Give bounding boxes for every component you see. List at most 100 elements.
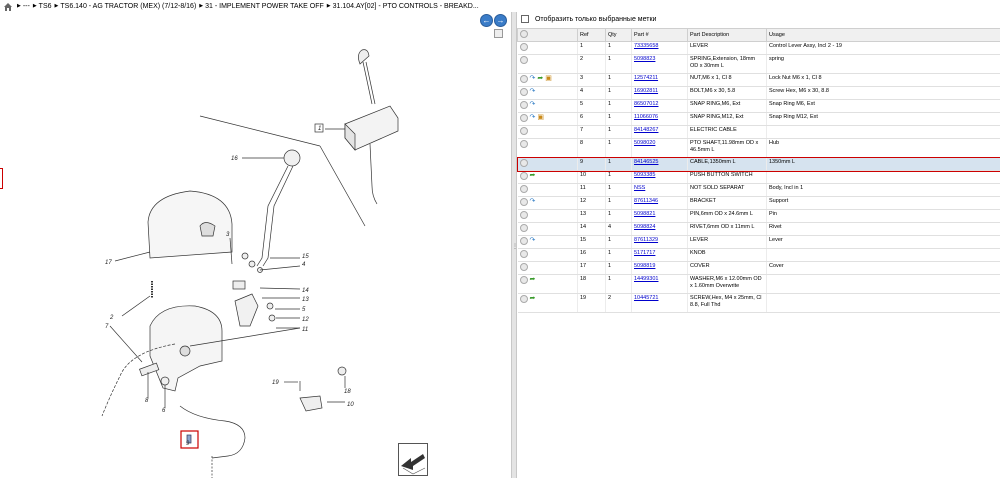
table-row[interactable]: 9184146525CABLE,1350mm L1350mm L bbox=[518, 158, 1000, 171]
callout-label[interactable]: 1 bbox=[318, 126, 321, 132]
callout-label[interactable]: 8 bbox=[145, 398, 149, 404]
table-row[interactable]: ➦1015093385PUSH BUTTON SWITCH bbox=[518, 171, 1000, 184]
part-number-link[interactable]: 87611346 bbox=[634, 198, 658, 204]
row-select-icon[interactable] bbox=[520, 75, 528, 83]
row-select-icon[interactable] bbox=[520, 185, 528, 193]
row-select-icon[interactable] bbox=[520, 43, 528, 51]
callout-label[interactable]: 12 bbox=[302, 317, 309, 323]
part-number-link[interactable]: 84148267 bbox=[634, 127, 658, 133]
row-select-icon[interactable] bbox=[520, 198, 528, 206]
replacement-icon[interactable]: ↷ bbox=[530, 237, 536, 245]
part-number-link[interactable]: 10445721 bbox=[634, 295, 658, 301]
forward-arrow-icon[interactable]: ➦ bbox=[530, 276, 536, 284]
row-select-icon[interactable] bbox=[520, 101, 528, 109]
header-ref[interactable]: Ref bbox=[578, 29, 606, 42]
part-number-link[interactable]: 11066076 bbox=[634, 114, 658, 120]
replacement-icon[interactable]: ↷ bbox=[530, 198, 536, 206]
part-number-link[interactable]: 16902811 bbox=[634, 88, 658, 94]
row-select-icon[interactable] bbox=[520, 88, 528, 96]
row-select-icon[interactable] bbox=[520, 263, 528, 271]
table-row[interactable]: 215098823SPRING,Extension, 18mm OD x 30m… bbox=[518, 55, 1000, 74]
table-row[interactable]: 7184148267ELECTRIC CABLE bbox=[518, 126, 1000, 139]
callout-label[interactable]: 7 bbox=[105, 324, 109, 330]
part-number-link[interactable]: 5093385 bbox=[634, 172, 655, 178]
row-select-icon[interactable] bbox=[520, 237, 528, 245]
row-select-icon[interactable] bbox=[520, 56, 528, 64]
part-number-link[interactable]: 5098020 bbox=[634, 140, 655, 146]
table-row[interactable]: ➦18114499301WASHER,M6 x 12.00mm OD x 1.6… bbox=[518, 275, 1000, 294]
show-selected-checkbox[interactable] bbox=[521, 15, 529, 23]
table-row[interactable]: 1173335658LEVERControl Lever Assy, Incl … bbox=[518, 42, 1000, 55]
table-row[interactable]: ↷4116902811BOLT,M6 x 30, 5.8Screw Hex, M… bbox=[518, 87, 1000, 100]
home-icon[interactable] bbox=[3, 2, 13, 11]
row-select-icon[interactable] bbox=[520, 172, 528, 180]
part-number-link[interactable]: 87611329 bbox=[634, 237, 658, 243]
part-number-link[interactable]: NSS bbox=[634, 185, 645, 191]
row-select-icon[interactable] bbox=[520, 276, 528, 284]
row-select-icon[interactable] bbox=[520, 295, 528, 303]
part-number-link[interactable]: 84146525 bbox=[634, 159, 658, 165]
callout-label[interactable]: 6 bbox=[162, 408, 166, 414]
part-number-link[interactable]: 5098824 bbox=[634, 224, 655, 230]
splitter-grip-icon[interactable]: ⋮ bbox=[512, 241, 516, 253]
package-icon[interactable]: ▣ bbox=[537, 114, 544, 122]
header-select[interactable] bbox=[518, 29, 578, 42]
package-icon[interactable]: ▣ bbox=[545, 75, 552, 83]
table-row[interactable]: 1615171717KNOB bbox=[518, 249, 1000, 262]
forward-arrow-icon[interactable]: ➦ bbox=[530, 172, 536, 180]
callout-label[interactable]: 18 bbox=[344, 389, 351, 395]
table-row[interactable]: 1715098819COVERCover bbox=[518, 262, 1000, 275]
row-select-icon[interactable] bbox=[520, 224, 528, 232]
part-number-link[interactable]: 73335658 bbox=[634, 43, 658, 49]
replacement-icon[interactable]: ↷ bbox=[530, 75, 536, 83]
table-row[interactable]: 1315098821PIN,6mm OD x 24.6mm LPin bbox=[518, 210, 1000, 223]
callout-label[interactable]: 11 bbox=[302, 327, 308, 333]
replacement-icon[interactable]: ↷ bbox=[530, 88, 536, 96]
row-select-icon[interactable] bbox=[520, 140, 528, 148]
callout-label[interactable]: 14 bbox=[302, 288, 309, 294]
table-row[interactable]: ➦19210445721SCREW,Hex, M4 x 25mm, Cl 8.8… bbox=[518, 294, 1000, 313]
breadcrumb-item[interactable]: TS6 bbox=[33, 3, 52, 10]
breadcrumb-item[interactable]: TS6.140 - AG TRACTOR (MEX) (7/12-8/16) bbox=[55, 3, 197, 10]
callout-label[interactable]: 15 bbox=[302, 254, 309, 260]
export-button[interactable] bbox=[398, 443, 428, 476]
breadcrumb-item[interactable]: 31 - IMPLEMENT POWER TAKE OFF bbox=[199, 3, 324, 10]
callout-label[interactable]: 2 bbox=[109, 315, 114, 321]
forward-arrow-icon[interactable]: ➦ bbox=[530, 295, 536, 303]
callout-label[interactable]: 5 bbox=[302, 307, 306, 313]
callout-label[interactable]: 16 bbox=[231, 156, 238, 162]
callout-label[interactable]: 13 bbox=[302, 297, 309, 303]
row-select-icon[interactable] bbox=[520, 159, 528, 167]
part-number-link[interactable]: 5171717 bbox=[634, 250, 655, 256]
part-number-link[interactable]: 5098823 bbox=[634, 56, 655, 62]
header-part[interactable]: Part # bbox=[632, 29, 688, 42]
callout-label[interactable]: 4 bbox=[302, 262, 306, 268]
breadcrumb-item[interactable]: --- bbox=[17, 3, 30, 10]
table-row[interactable]: 815098020PTO SHAFT,11.98mm OD x 46.5mm L… bbox=[518, 139, 1000, 158]
part-number-link[interactable]: 86507012 bbox=[634, 101, 658, 107]
breadcrumb-item[interactable]: 31.104.AY[02] - PTO CONTROLS - BREAKD... bbox=[327, 3, 479, 10]
part-number-link[interactable]: 5098819 bbox=[634, 263, 655, 269]
row-select-icon[interactable] bbox=[520, 211, 528, 219]
table-row[interactable]: ↷▣6111066076SNAP RING,M12, ExtSnap Ring … bbox=[518, 113, 1000, 126]
forward-arrow-icon[interactable]: ➦ bbox=[537, 75, 543, 83]
callout-label[interactable]: 10 bbox=[347, 402, 354, 408]
replacement-icon[interactable]: ↷ bbox=[530, 114, 536, 122]
row-select-icon[interactable] bbox=[520, 114, 528, 122]
table-row[interactable]: ↷➦▣3112574211NUT,M6 x 1, Cl 8Lock Nut M6… bbox=[518, 74, 1000, 87]
row-select-icon[interactable] bbox=[520, 250, 528, 258]
row-select-icon[interactable] bbox=[520, 127, 528, 135]
table-row[interactable]: 1445098824RIVET,6mm OD x 11mm LRivet bbox=[518, 223, 1000, 236]
callout-label[interactable]: 17 bbox=[105, 260, 112, 266]
part-number-link[interactable]: 12574211 bbox=[634, 75, 658, 81]
header-usage[interactable]: Usage bbox=[767, 29, 1000, 42]
part-number-link[interactable]: 5098821 bbox=[634, 211, 655, 217]
replacement-icon[interactable]: ↷ bbox=[530, 101, 536, 109]
table-row[interactable]: 111NSSNOT SOLD SEPARATBody, Incl in 1 bbox=[518, 184, 1000, 197]
part-number-link[interactable]: 14499301 bbox=[634, 276, 658, 282]
table-row[interactable]: ↷5186507012SNAP RING,M6, ExtSnap Ring M6… bbox=[518, 100, 1000, 113]
table-row[interactable]: ↷12187611346BRACKETSupport bbox=[518, 197, 1000, 210]
header-qty[interactable]: Qty bbox=[606, 29, 632, 42]
callout-label[interactable]: 19 bbox=[272, 380, 279, 386]
select-all-icon[interactable] bbox=[520, 30, 528, 38]
